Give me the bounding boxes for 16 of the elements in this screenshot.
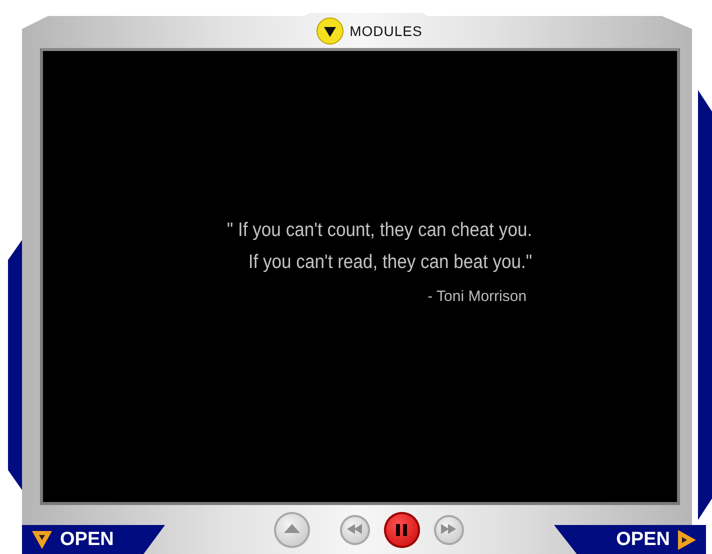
- eject-button[interactable]: [274, 512, 310, 548]
- dropdown-icon: [316, 16, 344, 44]
- open-button[interactable]: OPEN: [22, 525, 165, 554]
- forward-icon: [441, 524, 457, 536]
- forward-button[interactable]: [434, 514, 464, 544]
- dropdown-icon: [32, 530, 52, 548]
- expand-icon: [678, 530, 696, 550]
- open-button[interactable]: OPEN: [554, 525, 706, 554]
- quote-author: - Toni Morrison: [428, 288, 527, 305]
- eject-icon: [284, 524, 300, 536]
- pause-button[interactable]: [384, 512, 420, 548]
- quote-text: " If you can't count, they can cheat you. If you can't read, they can beat you.": [227, 218, 533, 275]
- modules-button[interactable]: MODULES: [316, 16, 422, 44]
- pause-icon: [394, 524, 410, 536]
- rewind-icon: [347, 524, 363, 536]
- rewind-button[interactable]: [340, 514, 370, 544]
